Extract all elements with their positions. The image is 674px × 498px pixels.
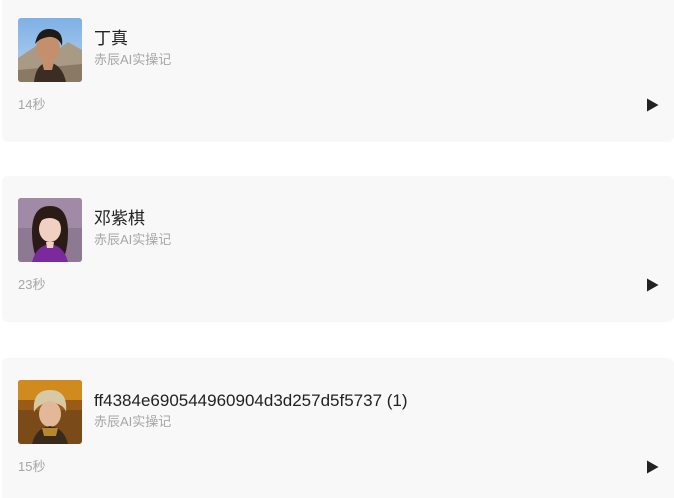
play-button[interactable] — [644, 459, 660, 475]
list-item[interactable]: 丁真 赤辰AI实操记 14秒 — [2, 0, 674, 142]
play-icon — [647, 278, 659, 292]
avatar-image-icon — [18, 380, 82, 444]
item-subtitle: 赤辰AI实操记 — [94, 232, 172, 247]
item-title: ff4384e690544960904d3d257d5f5737 (1) — [94, 391, 408, 410]
play-icon — [647, 460, 659, 474]
item-subtitle: 赤辰AI实操记 — [94, 414, 172, 429]
play-button[interactable] — [644, 277, 660, 293]
avatar-image-icon — [18, 18, 82, 82]
item-duration: 23秒 — [18, 277, 46, 292]
avatar — [18, 380, 82, 444]
play-icon — [647, 98, 659, 112]
item-title: 丁真 — [94, 29, 128, 48]
audio-list: 丁真 赤辰AI实操记 14秒 邓紫棋 赤辰AI实操记 23秒 ff4384e69… — [0, 0, 674, 498]
avatar-image-icon — [18, 198, 82, 262]
item-title: 邓紫棋 — [94, 209, 145, 228]
play-button[interactable] — [644, 97, 660, 113]
item-duration: 15秒 — [18, 459, 46, 474]
avatar — [18, 18, 82, 82]
list-item[interactable]: 邓紫棋 赤辰AI实操记 23秒 — [2, 176, 674, 322]
item-duration: 14秒 — [18, 97, 46, 112]
list-item[interactable]: ff4384e690544960904d3d257d5f5737 (1) 赤辰A… — [2, 358, 674, 498]
item-subtitle: 赤辰AI实操记 — [94, 52, 172, 67]
avatar — [18, 198, 82, 262]
